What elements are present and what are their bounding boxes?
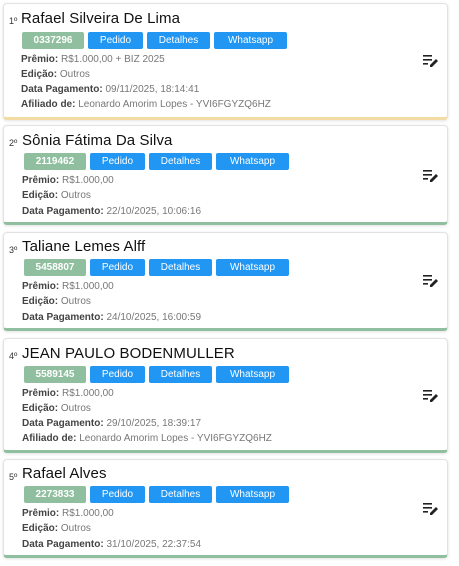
data-pagamento-value: 29/10/2025, 18:39:17 <box>106 418 201 429</box>
edicao-line: Edição: Outros <box>22 294 91 309</box>
winner-name: Rafael Silveira De Lima <box>21 10 181 27</box>
winner-card: 4º JEAN PAULO BODENMULLER 5589145 Pedido… <box>3 338 448 453</box>
premio-label: Prêmio: <box>22 175 60 186</box>
playlist-edit-icon[interactable] <box>423 169 439 183</box>
action-row: 2119462 Pedido Detalhes Whatsapp <box>24 153 289 170</box>
data-pagamento-line: Data Pagamento: 24/10/2025, 16:00:59 <box>22 310 201 325</box>
afiliado-line: Afiliado de: Leonardo Amorim Lopes - YVI… <box>22 431 272 446</box>
premio-line: Prêmio: R$1.000,00 <box>22 279 114 294</box>
action-row: 5458807 Pedido Detalhes Whatsapp <box>24 259 289 276</box>
playlist-edit-icon[interactable] <box>423 274 439 288</box>
data-pagamento-value: 22/10/2025, 10:06:16 <box>106 206 201 217</box>
premio-line: Prêmio: R$1.000,00 + BIZ 2025 <box>21 52 165 67</box>
rank-label: 1º <box>9 16 18 26</box>
winner-card: 3º Taliane Lemes Alff 5458807 Pedido Det… <box>3 232 448 331</box>
detalhes-button[interactable]: Detalhes <box>149 486 212 503</box>
premio-value: R$1.000,00 <box>62 508 114 519</box>
data-pagamento-value: 31/10/2025, 22:37:54 <box>106 539 201 550</box>
winner-card: 5º Rafael Alves 2273833 Pedido Detalhes … <box>3 459 448 558</box>
pedido-button[interactable]: Pedido <box>90 366 145 383</box>
data-pagamento-label: Data Pagamento: <box>22 418 104 429</box>
ticket-code-badge: 0337296 <box>22 32 84 49</box>
detalhes-button[interactable]: Detalhes <box>149 153 212 170</box>
data-pagamento-line: Data Pagamento: 31/10/2025, 22:37:54 <box>22 537 201 552</box>
data-pagamento-line: Data Pagamento: 29/10/2025, 18:39:17 <box>22 416 201 431</box>
data-pagamento-value: 09/11/2025, 18:14:41 <box>105 84 200 95</box>
data-pagamento-value: 24/10/2025, 16:00:59 <box>106 312 201 323</box>
afiliado-line: Afiliado de: Leonardo Amorim Lopes - YVI… <box>21 97 271 112</box>
whatsapp-button[interactable]: Whatsapp <box>216 366 289 383</box>
premio-line: Prêmio: R$1.000,00 <box>22 173 114 188</box>
premio-label: Prêmio: <box>22 508 60 519</box>
edicao-line: Edição: Outros <box>21 67 90 82</box>
edicao-value: Outros <box>60 296 91 307</box>
pedido-button[interactable]: Pedido <box>88 32 143 49</box>
edicao-label: Edição: <box>22 296 59 307</box>
action-row: 2273833 Pedido Detalhes Whatsapp <box>24 486 289 503</box>
winner-card: 2º Sônia Fátima Da Silva 2119462 Pedido … <box>3 125 448 225</box>
pedido-button[interactable]: Pedido <box>90 259 145 276</box>
ticket-code-badge: 2119462 <box>24 153 86 170</box>
detalhes-button[interactable]: Detalhes <box>149 259 212 276</box>
edicao-value: Outros <box>60 403 91 414</box>
ticket-code-badge: 5458807 <box>24 259 86 276</box>
winner-name: Rafael Alves <box>22 465 107 482</box>
whatsapp-button[interactable]: Whatsapp <box>216 153 289 170</box>
afiliado-value: Leonardo Amorim Lopes - YVI6FGYZQ6HZ <box>78 99 271 110</box>
premio-value: R$1.000,00 + BIZ 2025 <box>61 54 165 65</box>
edicao-label: Edição: <box>21 69 58 80</box>
edicao-value: Outros <box>60 190 91 201</box>
premio-line: Prêmio: R$1.000,00 <box>22 506 114 521</box>
edicao-label: Edição: <box>22 403 59 414</box>
premio-label: Prêmio: <box>22 281 60 292</box>
data-pagamento-label: Data Pagamento: <box>22 539 104 550</box>
ticket-code-badge: 2273833 <box>24 486 86 503</box>
winner-name: Sônia Fátima Da Silva <box>22 132 173 149</box>
afiliado-label: Afiliado de: <box>21 99 76 110</box>
premio-label: Prêmio: <box>21 54 59 65</box>
detalhes-button[interactable]: Detalhes <box>147 32 210 49</box>
data-pagamento-line: Data Pagamento: 22/10/2025, 10:06:16 <box>22 204 201 219</box>
afiliado-value: Leonardo Amorim Lopes - YVI6FGYZQ6HZ <box>79 433 272 444</box>
action-row: 0337296 Pedido Detalhes Whatsapp <box>22 32 287 49</box>
data-pagamento-label: Data Pagamento: <box>21 84 103 95</box>
ticket-code-badge: 5589145 <box>24 366 86 383</box>
edicao-line: Edição: Outros <box>22 521 91 536</box>
premio-value: R$1.000,00 <box>62 281 114 292</box>
action-row: 5589145 Pedido Detalhes Whatsapp <box>24 366 289 383</box>
winner-card: 1º Rafael Silveira De Lima 0337296 Pedid… <box>3 3 448 120</box>
premio-value: R$1.000,00 <box>62 175 114 186</box>
playlist-edit-icon[interactable] <box>423 54 439 68</box>
playlist-edit-icon[interactable] <box>423 389 439 403</box>
edicao-value: Outros <box>60 523 91 534</box>
pedido-button[interactable]: Pedido <box>90 486 145 503</box>
winner-name: Taliane Lemes Alff <box>22 238 146 255</box>
rank-label: 3º <box>9 245 18 255</box>
premio-label: Prêmio: <box>22 388 60 399</box>
data-pagamento-line: Data Pagamento: 09/11/2025, 18:14:41 <box>21 82 199 97</box>
afiliado-label: Afiliado de: <box>22 433 77 444</box>
whatsapp-button[interactable]: Whatsapp <box>216 486 289 503</box>
winner-name: JEAN PAULO BODENMULLER <box>22 345 235 362</box>
edicao-label: Edição: <box>22 523 59 534</box>
data-pagamento-label: Data Pagamento: <box>22 312 104 323</box>
edicao-line: Edição: Outros <box>22 188 91 203</box>
rank-label: 2º <box>9 138 18 148</box>
pedido-button[interactable]: Pedido <box>90 153 145 170</box>
premio-line: Prêmio: R$1.000,00 <box>22 386 114 401</box>
rank-label: 4º <box>9 351 18 361</box>
edicao-label: Edição: <box>22 190 59 201</box>
premio-value: R$1.000,00 <box>62 388 114 399</box>
detalhes-button[interactable]: Detalhes <box>149 366 212 383</box>
rank-label: 5º <box>9 472 18 482</box>
whatsapp-button[interactable]: Whatsapp <box>214 32 287 49</box>
data-pagamento-label: Data Pagamento: <box>22 206 104 217</box>
edicao-line: Edição: Outros <box>22 401 91 416</box>
whatsapp-button[interactable]: Whatsapp <box>216 259 289 276</box>
playlist-edit-icon[interactable] <box>423 502 439 516</box>
edicao-value: Outros <box>59 69 90 80</box>
